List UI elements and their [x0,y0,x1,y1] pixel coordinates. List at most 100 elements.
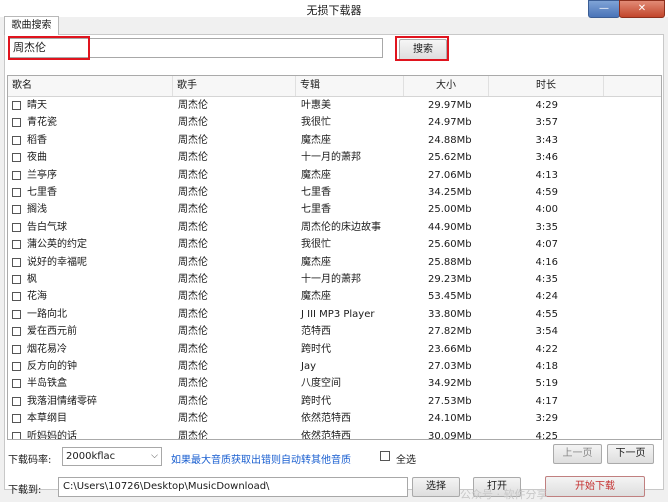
song-name: 烟花易冷 [27,343,67,355]
window-title: 无损下载器 [306,4,362,17]
row-checkbox[interactable] [12,153,21,163]
song-name: 枫 [27,274,37,285]
download-path-input[interactable]: C:\Users\10726\Desktop\MusicDownload\ [58,477,408,497]
row-checkbox[interactable] [12,275,21,284]
header-artist[interactable]: 歌手 [173,76,296,96]
song-list[interactable]: 歌名 歌手 专辑 大小 时长 晴天 周杰伦 叶惠美 29.97Mb 4:29 青花瓷 周杰伦… [7,75,662,440]
duration: 3:29 [535,413,558,425]
row-checkbox[interactable] [12,309,21,319]
song-name: 蒲公英的约定 [27,239,87,251]
artist-name: 周杰伦 [178,152,208,164]
artist-name: 周杰伦 [178,326,208,338]
row-checkbox[interactable] [12,101,21,110]
file-size: 29.23Mb [428,274,472,285]
table-row[interactable]: 烟花易冷 周杰伦 跨时代 23.66Mb 4:22 [8,341,661,358]
header-duration[interactable]: 时长 [489,76,604,96]
row-checkbox[interactable] [12,170,21,180]
row-checkbox[interactable] [12,188,21,197]
select-all-label: 全选 [396,455,416,466]
row-checkbox[interactable] [12,118,21,128]
table-row[interactable]: 青花瓷 周杰伦 我很忙 24.97Mb 3:57 [8,114,661,131]
file-size: 34.25Mb [428,187,472,198]
download-to-label: 下载到: [8,485,42,496]
prev-page-button[interactable]: 上一页 [553,444,602,464]
duration: 3:35 [535,221,558,233]
file-size: 25.62Mb [428,152,472,164]
row-checkbox[interactable] [12,222,21,232]
tab-song-search[interactable]: 歌曲搜索 [4,16,59,35]
duration: 4:55 [535,308,558,320]
table-row[interactable]: 蒲公英的约定 周杰伦 我很忙 25.60Mb 4:07 [8,236,661,253]
song-name: 七里香 [27,187,57,198]
select-all-checkbox[interactable] [380,451,390,461]
row-checkbox[interactable] [12,327,21,337]
file-size: 33.80Mb [428,308,472,320]
file-size: 24.88Mb [428,134,472,146]
title-bar: 无损下载器 — ✕ [0,0,668,18]
table-row[interactable]: 一路向北 周杰伦 J III MP3 Player 33.80Mb 4:55 [8,306,661,323]
file-size: 44.90Mb [428,221,472,233]
file-size: 30.09Mb [428,430,472,440]
row-checkbox[interactable] [12,414,21,424]
album-name: 周杰伦的床边故事 [301,221,381,233]
table-row[interactable]: 枫 周杰伦 十一月的萧邦 29.23Mb 4:35 [8,271,661,288]
table-row[interactable]: 爱在西元前 周杰伦 范特西 27.82Mb 3:54 [8,323,661,340]
row-checkbox[interactable] [12,292,21,302]
table-row[interactable]: 告白气球 周杰伦 周杰伦的床边故事 44.90Mb 3:35 [8,219,661,236]
song-name: 我落泪情绪零碎 [27,395,97,407]
duration: 4:00 [535,204,558,216]
table-row[interactable]: 夜曲 周杰伦 十一月的萧邦 25.62Mb 3:46 [8,149,661,166]
row-checkbox[interactable] [12,362,21,371]
file-size: 23.66Mb [428,343,472,355]
close-button[interactable]: ✕ [619,0,665,18]
file-size: 29.97Mb [428,100,472,111]
table-row[interactable]: 反方向的钟 周杰伦 Jay 27.03Mb 4:18 [8,358,661,375]
row-checkbox[interactable] [12,205,21,215]
duration: 3:57 [535,117,558,129]
table-row[interactable]: 稻香 周杰伦 魔杰座 24.88Mb 3:43 [8,132,661,149]
song-name: 听妈妈的话 [27,430,77,440]
header-size[interactable]: 大小 [404,76,489,96]
file-size: 53.45Mb [428,291,472,303]
table-row[interactable]: 我落泪情绪零碎 周杰伦 跨时代 27.53Mb 4:17 [8,393,661,410]
duration: 4:35 [535,274,558,285]
table-row[interactable]: 本草纲目 周杰伦 依然范特西 24.10Mb 3:29 [8,410,661,427]
duration: 3:46 [535,152,558,164]
album-name: 八度空间 [301,378,341,390]
minimize-button[interactable]: — [588,0,620,18]
album-name: 叶惠美 [301,100,331,111]
row-checkbox[interactable] [12,431,21,439]
start-download-button[interactable]: 开始下载 [545,476,645,497]
quality-hint: 如果最大音质获取出错则自动转其他音质 [171,455,351,466]
table-row[interactable]: 听妈妈的话 周杰伦 依然范特西 30.09Mb 4:25 [8,428,661,440]
header-album[interactable]: 专辑 [296,76,404,96]
album-name: 十一月的萧邦 [301,152,361,164]
table-row[interactable]: 晴天 周杰伦 叶惠美 29.97Mb 4:29 [8,97,661,114]
artist-name: 周杰伦 [178,239,208,251]
next-page-button[interactable]: 下一页 [607,444,654,464]
table-header: 歌名 歌手 专辑 大小 时长 [8,76,661,97]
header-name[interactable]: 歌名 [8,76,173,96]
row-checkbox[interactable] [12,240,21,250]
bitrate-select[interactable]: 2000kflac ⌵ [62,447,162,466]
row-checkbox[interactable] [12,344,21,354]
row-checkbox[interactable] [12,396,21,406]
table-row[interactable]: 花海 周杰伦 魔杰座 53.45Mb 4:24 [8,288,661,305]
song-name: 告白气球 [27,221,67,233]
choose-button[interactable]: 选择 [412,477,460,497]
row-checkbox[interactable] [12,257,21,267]
table-row[interactable]: 七里香 周杰伦 七里香 34.25Mb 4:59 [8,184,661,201]
table-row[interactable]: 兰亭序 周杰伦 魔杰座 27.06Mb 4:13 [8,167,661,184]
table-row[interactable]: 半岛铁盒 周杰伦 八度空间 34.92Mb 5:19 [8,375,661,392]
album-name: 魔杰座 [301,169,331,181]
row-checkbox[interactable] [12,135,21,145]
artist-name: 周杰伦 [178,169,208,181]
album-name: 七里香 [301,204,331,216]
artist-name: 周杰伦 [178,308,208,320]
table-row[interactable]: 说好的幸福呢 周杰伦 魔杰座 25.88Mb 4:16 [8,254,661,271]
song-name: 稻香 [27,134,47,146]
file-size: 24.97Mb [428,117,472,129]
artist-name: 周杰伦 [178,395,208,407]
row-checkbox[interactable] [12,379,21,389]
table-row[interactable]: 搁浅 周杰伦 七里香 25.00Mb 4:00 [8,201,661,218]
